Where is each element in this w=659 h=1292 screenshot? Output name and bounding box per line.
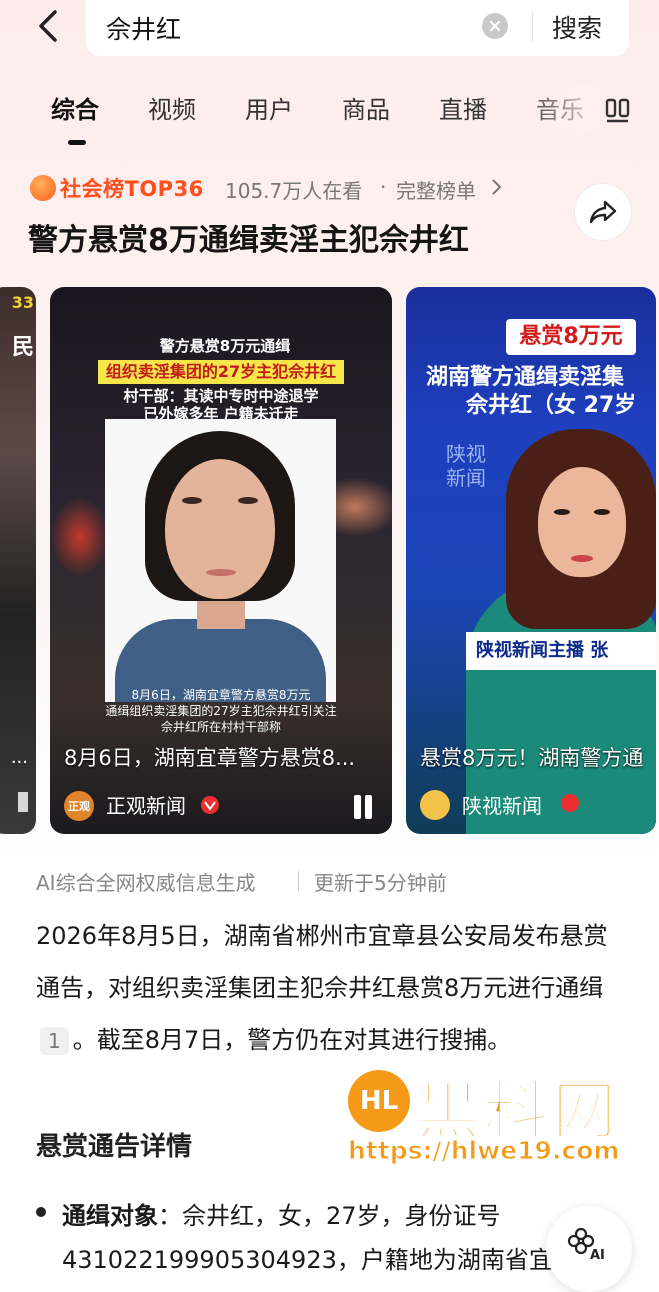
- anchor-eye: [554, 509, 570, 515]
- tab-live[interactable]: 直播: [439, 90, 487, 125]
- summary-text: 。截至8月7日，警方仍在对其进行搜捕。: [72, 1026, 512, 1054]
- author-name[interactable]: 正观新闻: [106, 790, 186, 819]
- overlay-text: 佘井红（女 27岁: [466, 393, 637, 418]
- photo-face: [165, 459, 275, 599]
- citation-badge[interactable]: 1: [40, 1027, 69, 1055]
- subtitle-line: 通缉组织卖淫集团的27岁主犯佘井红引关注: [105, 704, 337, 718]
- ai-assistant-button[interactable]: AI: [546, 1206, 632, 1292]
- video-title: 8月6日，湖南宜章警方悬赏8...: [64, 746, 356, 770]
- card-overlay-text: 民: [11, 335, 34, 360]
- section-title: 悬赏通告详情: [36, 1132, 193, 1162]
- author-name[interactable]: 陕视新闻: [462, 790, 542, 819]
- flame-icon: [30, 175, 56, 201]
- lower-third: 陕视新闻主播 张: [466, 632, 656, 670]
- verified-icon: [201, 796, 219, 814]
- close-icon: [489, 20, 501, 32]
- play-icon: [18, 792, 28, 812]
- divider: [298, 871, 299, 891]
- update-time: 更新于5分钟前: [314, 871, 447, 895]
- anchor-mouth: [571, 555, 593, 562]
- meta-separator: ·: [380, 175, 387, 199]
- subtitle-overlay: 8月6日，湖南宜章警方悬赏8万元 通缉组织卖淫集团的27岁主犯佘井红引关注 佘井…: [90, 687, 352, 735]
- watermark: HL 黑料网 https://hlwe19.com: [347, 1066, 648, 1170]
- ai-label: AI: [590, 1248, 605, 1263]
- search-button[interactable]: 搜索: [552, 9, 602, 45]
- search-input[interactable]: 佘井红: [106, 10, 181, 46]
- channel-watermark: 陕视新闻: [446, 442, 486, 490]
- overlay-text: 警方悬赏8万元通缉: [159, 337, 291, 355]
- tab-goods[interactable]: 商品: [342, 90, 390, 125]
- share-icon: [589, 200, 617, 224]
- overlay-text: 村干部：其读中专时中途退学 已外嫁多年 户籍未迁走: [98, 387, 344, 423]
- hot-headline[interactable]: 警方悬赏8万通缉卖淫主犯佘井红: [28, 215, 469, 259]
- ai-source-label: AI综合全网权威信息生成: [36, 871, 256, 895]
- pause-bar: [354, 795, 361, 819]
- summary-text: 2026年8月5日，湖南省郴州市宜章县公安局发布悬赏通告，对组织卖淫集团主犯佘井…: [36, 922, 608, 1002]
- active-tab-indicator: [68, 140, 86, 145]
- share-button[interactable]: [574, 183, 632, 241]
- video-title: 悬赏8万元！湖南警方通: [420, 746, 644, 770]
- bullet-label: 通缉对象: [62, 1202, 158, 1230]
- background-light: [50, 497, 110, 577]
- search-bar: 佘井红 搜索: [86, 0, 629, 56]
- card-overlay-text: 33: [11, 293, 34, 312]
- video-card[interactable]: 警方悬赏8万元通缉 组织卖淫集团的27岁主犯佘井红 村干部：其读中专时中途退学 …: [50, 287, 392, 834]
- subtitle-line: 佘井红所在村村干部称: [160, 720, 281, 734]
- pause-bar: [365, 795, 372, 819]
- suspect-photo: [105, 419, 336, 702]
- chevron-left-icon: [39, 10, 57, 42]
- ai-summary: 2026年8月5日，湖南省郴州市宜章县公安局发布悬赏通告，对组织卖淫集团主犯佘井…: [36, 910, 631, 1066]
- clear-search-button[interactable]: [482, 13, 508, 39]
- full-list-link[interactable]: 完整榜单: [396, 175, 476, 204]
- photo-mouth: [206, 569, 236, 576]
- author-avatar[interactable]: 正观: [64, 791, 94, 821]
- subtitle-line: 8月6日，湖南宜章警方悬赏8万元: [131, 688, 311, 702]
- watching-count: 105.7万人在看: [225, 179, 363, 203]
- verified-icon: [561, 794, 579, 812]
- anchor-eye: [594, 509, 610, 515]
- photo-eye: [238, 497, 258, 504]
- bullet-dot: [36, 1207, 46, 1217]
- tab-comprehensive[interactable]: 综合: [51, 90, 99, 125]
- hot-rank-label[interactable]: 社会榜TOP36: [60, 173, 204, 203]
- video-card[interactable]: 悬赏8万元 湖南警方通缉卖淫集 佘井红（女 27岁 陕视新闻 陕视新闻主播 张 …: [406, 287, 656, 834]
- card-title: ...: [10, 747, 28, 768]
- watermark-logo: HL: [348, 1070, 410, 1132]
- overlay-highlight: 组织卖淫集团的27岁主犯佘井红: [98, 360, 344, 384]
- back-button[interactable]: [28, 6, 68, 46]
- pause-button[interactable]: [352, 795, 374, 819]
- tab-video[interactable]: 视频: [148, 90, 196, 125]
- tab-bar: 综合 视频 用户 商品 直播 音乐: [0, 84, 659, 145]
- photo-eye: [182, 497, 202, 504]
- overlay-line: 村干部：其读中专时中途退学: [123, 387, 319, 405]
- video-card-partial[interactable]: 33 民 ...: [0, 287, 36, 834]
- overlay-banner: 悬赏8万元: [506, 319, 636, 355]
- author-avatar[interactable]: [420, 790, 450, 820]
- filter-icon[interactable]: [604, 96, 632, 124]
- bullet-item: 通缉对象：佘井红，女，27岁，身份证号431022199905304923，户籍…: [62, 1194, 622, 1282]
- chevron-right-icon: [492, 179, 502, 195]
- tab-users[interactable]: 用户: [245, 90, 293, 125]
- watermark-url: https://hlwe19.com: [347, 1136, 620, 1166]
- tab-fade: [520, 84, 600, 134]
- divider: [532, 12, 533, 42]
